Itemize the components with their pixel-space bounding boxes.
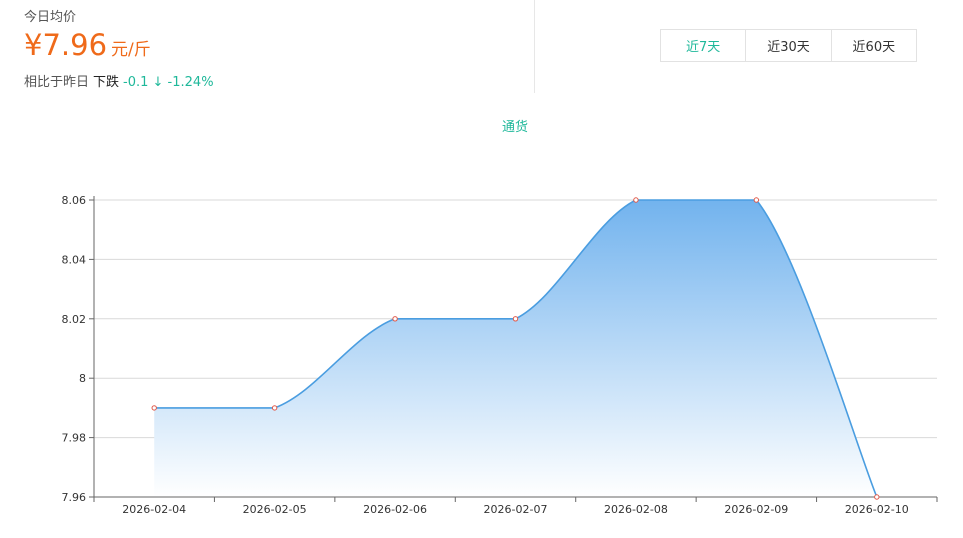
y-tick-label: 8.06 (62, 194, 87, 207)
area-layer (154, 199, 878, 498)
data-point (392, 316, 398, 322)
data-point (874, 494, 880, 500)
x-tick-label: 2026-02-10 (845, 503, 909, 516)
x-tick-label: 2026-02-09 (724, 503, 788, 516)
x-tick-label: 2026-02-08 (604, 503, 668, 516)
y-tick-label: 8.02 (62, 313, 87, 326)
price-trend-chart: 通货 7.96 7.98 8 8.02 8.04 8.06 2026-02-04 2026-0… (62, 119, 938, 516)
x-tick-label: 2026-02-04 (122, 503, 186, 516)
data-point (151, 405, 157, 411)
x-tick-label: 2026-02-05 (243, 503, 307, 516)
data-point (271, 405, 278, 411)
data-point (753, 197, 760, 203)
series-area-fill (154, 200, 877, 497)
y-tick-label: 7.96 (62, 491, 87, 504)
x-tick-label: 2026-02-06 (363, 503, 427, 516)
data-point (633, 197, 639, 203)
x-tick-label: 2026-02-07 (484, 503, 548, 516)
y-tick-label: 8 (79, 372, 86, 385)
data-point (512, 316, 519, 322)
y-tick-label: 8.04 (62, 253, 87, 266)
chart-title: 通货 (502, 119, 528, 135)
y-tick-label: 7.98 (62, 432, 87, 445)
